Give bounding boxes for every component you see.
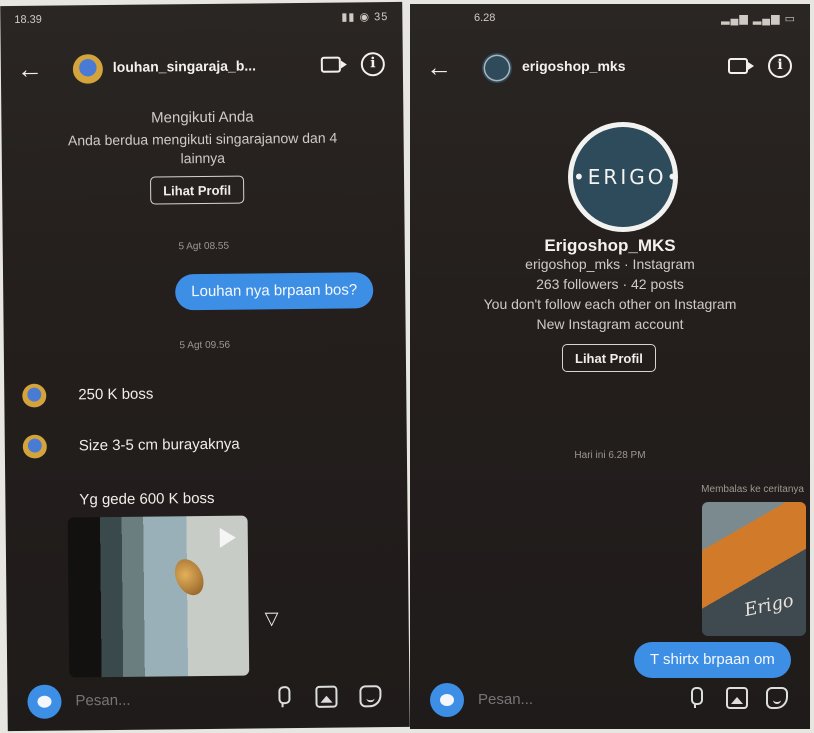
outgoing-message[interactable]: T shirtx brpaan om	[634, 642, 791, 678]
avatar[interactable]	[72, 54, 104, 85]
sticker-icon[interactable]	[766, 687, 788, 709]
avatar[interactable]	[482, 53, 512, 83]
video-message[interactable]	[67, 515, 250, 678]
follow-status-text: You don't follow each other on Instagram	[483, 296, 737, 312]
chat-username[interactable]: louhan_singaraja_b...	[113, 57, 256, 74]
profile-stats: 263 followers · 42 posts	[536, 276, 684, 292]
play-icon[interactable]	[219, 527, 236, 548]
back-arrow-icon[interactable]: ←	[426, 52, 452, 82]
video-call-icon[interactable]	[728, 58, 754, 74]
info-icon[interactable]: i	[360, 52, 385, 77]
incoming-message: 250 K boss	[78, 385, 154, 404]
message-input[interactable]	[478, 687, 628, 711]
avatar	[22, 383, 47, 408]
follows-you-text: Mengikuti Anda	[151, 108, 254, 127]
reply-label: Membalas ke ceritanya	[701, 484, 804, 495]
message-input[interactable]	[75, 686, 226, 713]
chat-username[interactable]: erigoshop_mks	[522, 58, 625, 74]
status-icons: ▮▮ ◉ 35	[341, 11, 389, 24]
status-bar: 6.28 ▂▄▆ ▂▄▆ ▭	[424, 12, 796, 30]
mutuals-text-line1: Anda berdua mengikuti singarajanow dan 4	[67, 129, 338, 149]
list-item[interactable]: Size 3-5 cm burayaknya	[22, 430, 323, 463]
profile-avatar[interactable]: •ERIGO•	[568, 122, 678, 232]
mutuals-text-line2: lainnya	[180, 149, 226, 167]
story-reply-image[interactable]: Erigo	[702, 502, 806, 636]
chat-header: ← erigoshop_mks i	[410, 48, 810, 88]
profile-handle: erigoshop_mks · Instagram	[525, 256, 695, 272]
timestamp: Hari ini 6.28 PM	[574, 450, 646, 461]
avatar	[22, 434, 47, 459]
video-call-icon[interactable]	[320, 56, 341, 73]
fish-image	[169, 554, 210, 600]
right-chat-screen: 6.28 ▂▄▆ ▂▄▆ ▭ ← erigoshop_mks i •ERIGO•…	[410, 4, 810, 729]
mic-icon[interactable]	[684, 687, 706, 709]
message-composer	[19, 679, 397, 723]
timestamp: 5 Agt 09.56	[179, 339, 231, 352]
logo-text: •ERIGO•	[573, 165, 682, 189]
status-bar: 18.39 ▮▮ ◉ 35	[14, 10, 388, 32]
timestamp: 5 Agt 08.55	[178, 240, 230, 253]
message-composer	[422, 681, 798, 721]
profile-name: Erigoshop_MKS	[544, 236, 676, 255]
view-profile-button[interactable]: Lihat Profil	[150, 175, 245, 205]
gallery-icon[interactable]	[726, 687, 748, 709]
share-icon[interactable]: ▽	[265, 608, 279, 629]
sticker-icon[interactable]	[359, 685, 382, 708]
status-icons: ▂▄▆ ▂▄▆ ▭	[721, 13, 796, 25]
back-arrow-icon[interactable]: ←	[17, 54, 43, 84]
chat-header: ← louhan_singaraja_b... i	[1, 46, 403, 90]
left-chat-screen: 18.39 ▮▮ ◉ 35 ← louhan_singaraja_b... i …	[0, 1, 410, 732]
account-note: New Instagram account	[536, 316, 684, 332]
outgoing-message[interactable]: Louhan nya brpaan bos?	[175, 272, 374, 311]
erigo-logo: •ERIGO•	[573, 127, 682, 227]
info-icon[interactable]: i	[768, 54, 792, 78]
status-time: 18.39	[14, 13, 42, 26]
status-time: 6.28	[474, 12, 496, 24]
camera-icon[interactable]	[430, 683, 464, 717]
incoming-message: Size 3-5 cm burayaknya	[78, 435, 240, 455]
camera-icon[interactable]	[27, 684, 62, 719]
story-image-text: Erigo	[742, 590, 796, 621]
mic-icon[interactable]	[271, 686, 293, 708]
gallery-icon[interactable]	[315, 685, 338, 708]
incoming-message[interactable]: Yg gede 600 K boss	[79, 490, 214, 508]
view-profile-button[interactable]: Lihat Profil	[562, 344, 656, 372]
list-item[interactable]: 250 K boss	[22, 379, 322, 412]
